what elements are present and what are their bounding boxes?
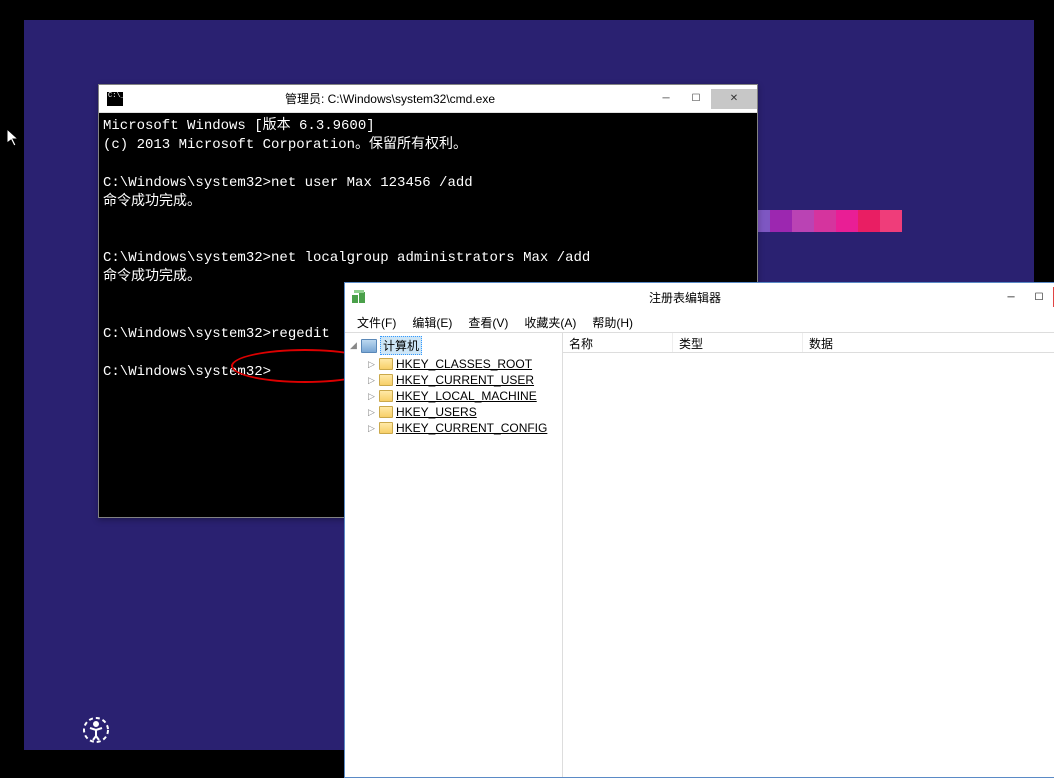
- col-name[interactable]: 名称: [563, 333, 673, 352]
- cmd-titlebar[interactable]: 管理员: C:\Windows\system32\cmd.exe ─ ☐ ✕: [99, 85, 757, 113]
- folder-icon: [379, 390, 393, 402]
- menu-view[interactable]: 查看(V): [460, 311, 516, 332]
- desktop-background: 管理员: C:\Windows\system32\cmd.exe ─ ☐ ✕ M…: [24, 20, 1034, 750]
- maximize-button[interactable]: ☐: [681, 89, 711, 109]
- tree-node-hku[interactable]: ▷ HKEY_USERS: [345, 404, 562, 420]
- menu-help[interactable]: 帮助(H): [584, 311, 641, 332]
- collapse-icon[interactable]: ◢: [349, 340, 358, 351]
- folder-icon: [379, 374, 393, 386]
- list-header: 名称 类型 数据: [563, 333, 1054, 353]
- expand-icon[interactable]: ▷: [367, 423, 376, 434]
- expand-icon[interactable]: ▷: [367, 359, 376, 370]
- maximize-button[interactable]: ☐: [1025, 287, 1053, 307]
- regedit-icon: [351, 289, 367, 305]
- tree-root-computer[interactable]: ◢ 计算机: [345, 335, 562, 356]
- minimize-button[interactable]: ─: [651, 89, 681, 109]
- folder-icon: [379, 422, 393, 434]
- tree-node-hkcc[interactable]: ▷ HKEY_CURRENT_CONFIG: [345, 420, 562, 436]
- expand-icon[interactable]: ▷: [367, 391, 376, 402]
- cmd-title: 管理员: C:\Windows\system32\cmd.exe: [129, 90, 651, 107]
- cmd-icon: [107, 92, 123, 106]
- color-palette-strip: [748, 210, 902, 232]
- tree-node-hklm[interactable]: ▷ HKEY_LOCAL_MACHINE: [345, 388, 562, 404]
- regedit-window[interactable]: 注册表编辑器 ─ ☐ 文件(F) 编辑(E) 查看(V) 收藏夹(A) 帮助(H…: [344, 282, 1054, 778]
- regedit-title: 注册表编辑器: [373, 289, 997, 306]
- regedit-menubar: 文件(F) 编辑(E) 查看(V) 收藏夹(A) 帮助(H): [345, 311, 1054, 333]
- tree-node-hkcr[interactable]: ▷ HKEY_CLASSES_ROOT: [345, 356, 562, 372]
- menu-file[interactable]: 文件(F): [349, 311, 404, 332]
- regedit-body: ◢ 计算机 ▷ HKEY_CLASSES_ROOT ▷ HKEY_CURRENT…: [345, 333, 1054, 777]
- mouse-cursor: [6, 128, 22, 153]
- registry-list[interactable]: 名称 类型 数据: [563, 333, 1054, 777]
- expand-icon[interactable]: ▷: [367, 375, 376, 386]
- minimize-button[interactable]: ─: [997, 287, 1025, 307]
- col-type[interactable]: 类型: [673, 333, 803, 352]
- menu-edit[interactable]: 编辑(E): [404, 311, 460, 332]
- folder-icon: [379, 406, 393, 418]
- close-button[interactable]: ✕: [711, 89, 757, 109]
- regedit-titlebar[interactable]: 注册表编辑器 ─ ☐: [345, 283, 1054, 311]
- menu-favorites[interactable]: 收藏夹(A): [516, 311, 584, 332]
- col-data[interactable]: 数据: [803, 333, 1054, 352]
- ease-of-access-icon[interactable]: [80, 714, 112, 746]
- registry-tree[interactable]: ◢ 计算机 ▷ HKEY_CLASSES_ROOT ▷ HKEY_CURRENT…: [345, 333, 563, 777]
- folder-icon: [379, 358, 393, 370]
- computer-icon: [361, 339, 377, 353]
- tree-node-hkcu[interactable]: ▷ HKEY_CURRENT_USER: [345, 372, 562, 388]
- expand-icon[interactable]: ▷: [367, 407, 376, 418]
